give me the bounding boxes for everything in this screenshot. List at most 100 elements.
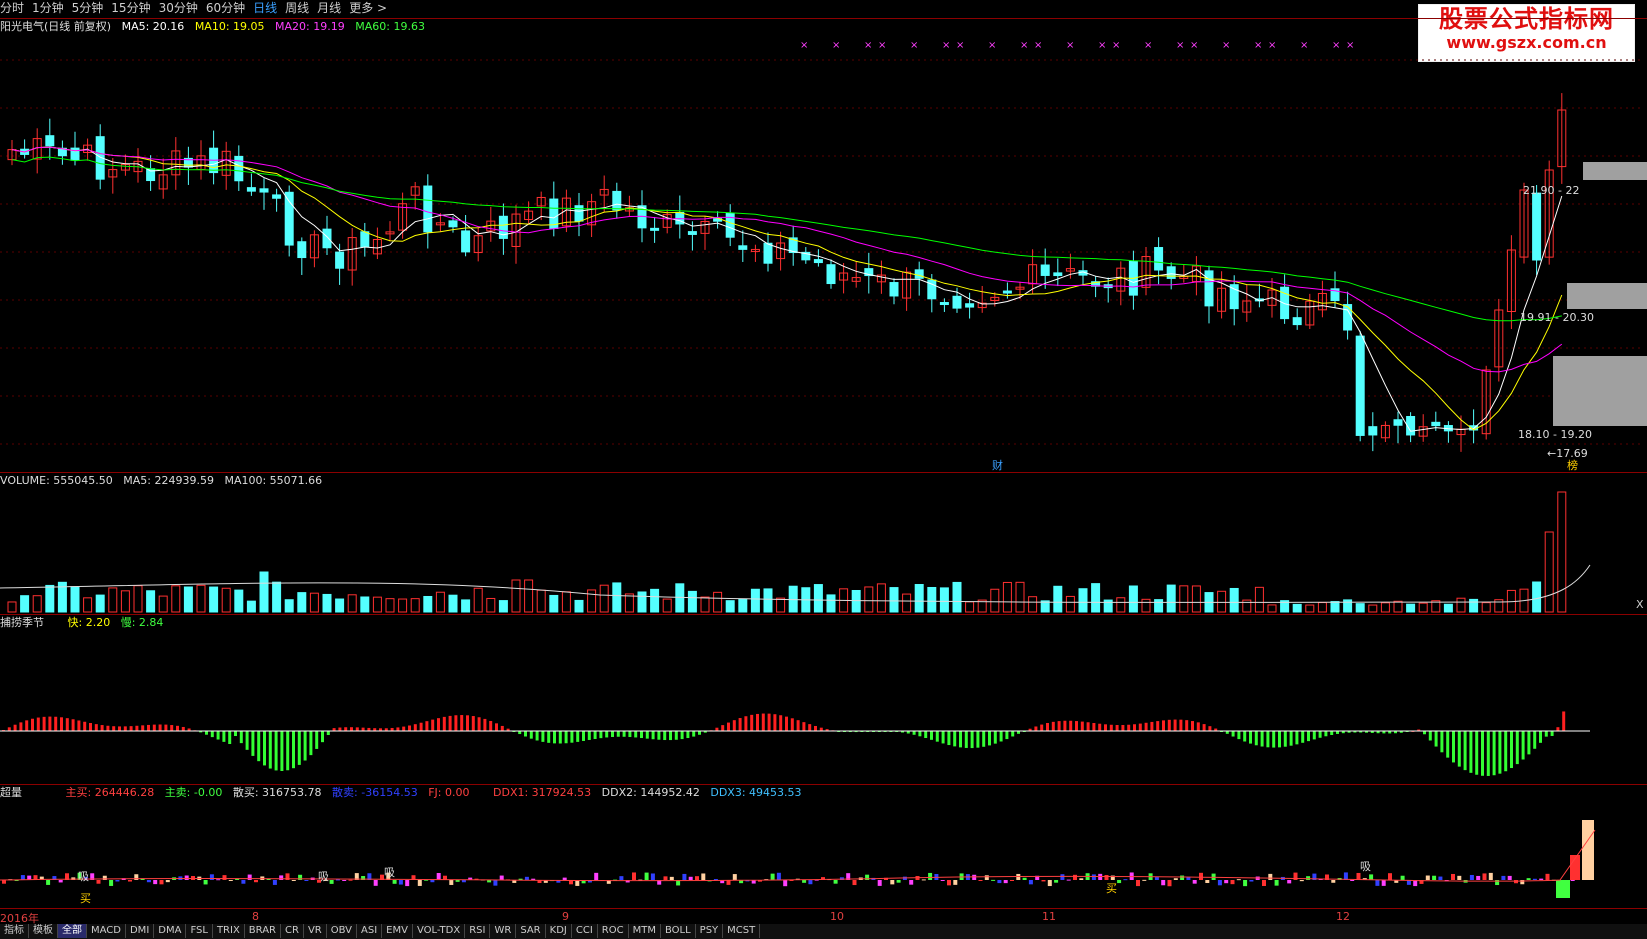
season-bar [1092, 723, 1096, 731]
season-bar [239, 731, 243, 744]
indicator-tab-22[interactable]: BOLL [661, 924, 696, 938]
volume-bar [1292, 603, 1302, 613]
signal-marker: × [800, 40, 808, 51]
signal-marker: × [1346, 40, 1354, 51]
season-bar [1266, 731, 1270, 748]
ddx-ddx2: DDX2: 144952.42 [601, 786, 700, 799]
season-bar [1231, 731, 1235, 737]
ddx-bar [178, 876, 183, 880]
volume-bar [1532, 581, 1542, 613]
indicator-tab-17[interactable]: SAR [516, 924, 546, 938]
ddx-bar [1161, 880, 1166, 886]
indicator-tab-13[interactable]: EMV [382, 924, 413, 938]
ddx-bar [997, 880, 1002, 884]
volume-bar [1267, 604, 1277, 613]
indicator-tab-5[interactable]: DMA [154, 924, 187, 938]
indicator-tab-14[interactable]: VOL-TDX [413, 924, 466, 938]
ddx-bar [493, 880, 498, 886]
ddx-bar [663, 876, 668, 880]
season-bar [402, 726, 406, 731]
ddx-bar [96, 880, 101, 884]
ddx-bar [1299, 880, 1304, 882]
candle-body [1368, 426, 1378, 436]
season-bar [42, 716, 46, 731]
season-bar [570, 731, 574, 743]
volume-bar [486, 597, 496, 613]
season-bar [460, 715, 464, 731]
volume-bar [1141, 598, 1151, 613]
ddx-bar [128, 880, 132, 882]
volume-bar [1469, 598, 1479, 613]
volume-bar [889, 587, 899, 613]
ddx-bar [1236, 879, 1241, 881]
season-bar [1434, 731, 1438, 747]
season-bar [582, 731, 585, 741]
indicator-tab-20[interactable]: ROC [598, 924, 629, 938]
volume-bar [1078, 588, 1088, 613]
season-bar [634, 731, 638, 738]
finance-marker[interactable]: 财 [992, 457, 1003, 473]
indicator-tab-2[interactable]: 全部 [58, 924, 87, 938]
indicator-tab-19[interactable]: CCI [572, 924, 598, 938]
volume-bar [1317, 602, 1327, 613]
indicator-tab-1[interactable]: 模板 [29, 924, 58, 938]
season-bar [437, 718, 440, 731]
indicator-tab-18[interactable]: KDJ [546, 924, 572, 938]
indicator-tab-7[interactable]: TRIX [213, 924, 245, 938]
volume-bar [876, 583, 886, 613]
x-axis-label: 9 [562, 910, 569, 923]
indicator-tab-11[interactable]: OBV [327, 924, 357, 938]
season-bar [1446, 731, 1450, 758]
ddx-bar [1211, 873, 1216, 880]
volume-bar [1380, 602, 1390, 613]
season-bar [89, 723, 92, 731]
ddx-bar [405, 880, 410, 887]
ddx-bar [254, 880, 258, 883]
indicator-tab-10[interactable]: VR [304, 924, 327, 938]
signal-marker: × [1268, 40, 1276, 51]
season-bar [1527, 731, 1531, 755]
indicator-tab-12[interactable]: ASI [357, 924, 383, 938]
indicator-tab-8[interactable]: BRAR [245, 924, 281, 938]
season-bar [1510, 731, 1513, 769]
indicator-tab-16[interactable]: WR [490, 924, 517, 938]
ddx-bar [978, 880, 983, 881]
indicator-tab-4[interactable]: DMI [126, 924, 155, 938]
indicator-tab-3[interactable]: MACD [87, 924, 126, 938]
volume-bar [763, 588, 773, 613]
volume-bar [1179, 585, 1189, 613]
volume-bar [574, 599, 584, 613]
indicator-tab-9[interactable]: CR [281, 924, 304, 938]
season-bar [251, 731, 255, 756]
season-bar [245, 731, 249, 750]
volume-bar [1015, 581, 1025, 613]
range-box [1567, 283, 1647, 309]
season-bar [1301, 731, 1305, 743]
volume-bar [108, 587, 118, 613]
indicator-tab-21[interactable]: MTM [629, 924, 661, 938]
ddx-bar [1432, 875, 1437, 880]
ranking-marker[interactable]: 榜 [1567, 457, 1578, 473]
season-bar [1109, 724, 1113, 731]
ddx-bar [241, 880, 246, 884]
season-bar [1544, 731, 1548, 737]
indicator-tab-6[interactable]: FSL [186, 924, 213, 938]
season-bar [1098, 723, 1102, 731]
indicator-tab-23[interactable]: PSY [696, 924, 724, 938]
indicator-tab-15[interactable]: RSI [465, 924, 491, 938]
season-bar [431, 719, 435, 731]
indicator-tab-24[interactable]: MCST [723, 924, 761, 938]
season-bar [454, 715, 458, 731]
season-bar [535, 731, 539, 741]
signal-marker: × [1034, 40, 1042, 51]
candle-body [574, 205, 584, 222]
signal-marker: × [1066, 40, 1074, 51]
volume-bar [171, 585, 181, 613]
indicator-tab-0[interactable]: 指标 [0, 924, 29, 938]
volume-bar [322, 593, 332, 613]
volume-bar [624, 593, 634, 613]
season-bar [1521, 731, 1525, 760]
ddx-bar [1003, 880, 1008, 884]
ddx-bar [430, 880, 435, 883]
season-bar [1162, 720, 1165, 731]
